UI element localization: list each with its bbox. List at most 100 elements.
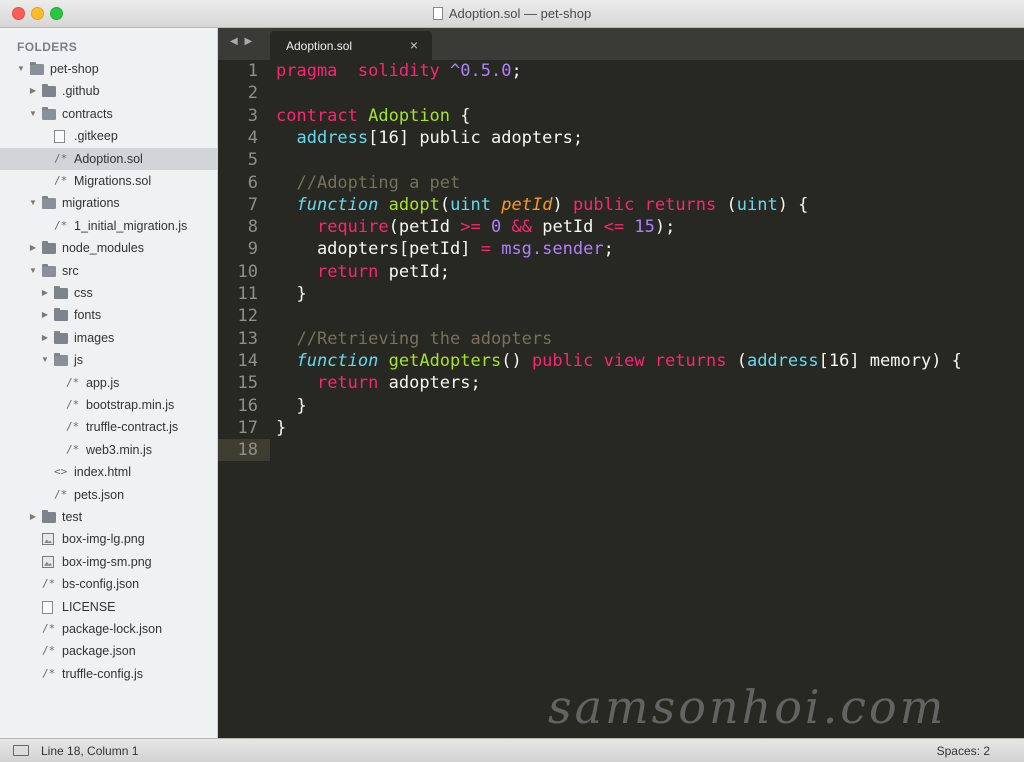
tree-item[interactable]: .gitkeep	[0, 125, 217, 147]
tree-item[interactable]: ▼ migrations	[0, 192, 217, 214]
disclosure-open-icon[interactable]: ▼	[28, 192, 38, 214]
tree-item[interactable]: ▶ node_modules	[0, 237, 217, 259]
image-file-icon	[42, 533, 54, 546]
disclosure-open-icon[interactable]: ▼	[16, 58, 26, 80]
tree-item-label: package.json	[62, 644, 136, 659]
tree-item[interactable]: ▶ css	[0, 282, 217, 304]
code-file-icon: /*	[54, 487, 68, 501]
disclosure-open-icon[interactable]: ▼	[28, 260, 38, 282]
code-file-icon: /*	[66, 398, 80, 411]
line-number: 11	[237, 284, 258, 304]
tree-item-label: migrations	[62, 196, 120, 211]
tree-item-label: bootstrap.min.js	[86, 398, 175, 412]
code-token: uint	[736, 194, 778, 215]
tree-item[interactable]: /* bs-config.json	[0, 573, 217, 595]
code-line[interactable]: require(petId >= 0 && petId <= 15);	[276, 216, 675, 238]
code-line[interactable]: function getAdopters() public view retur…	[276, 350, 961, 372]
code-token: }	[276, 284, 307, 304]
disclosure-closed-icon[interactable]: ▶	[28, 80, 38, 102]
code-editor[interactable]: 1 2 3 4 5 6 7 8 9 10 11 12 13 14 15 16 17 18 pragma solid…	[218, 60, 1024, 738]
code-line[interactable]: //Adopting a pet	[276, 172, 460, 194]
disclosure-closed-icon[interactable]: ▶	[28, 506, 38, 528]
tab-bar: ◀ ▶ Adoption.sol ×	[218, 28, 1024, 60]
code-line[interactable]: //Retrieving the adopters	[276, 328, 552, 350]
tree-item[interactable]: /* truffle-contract.js	[0, 416, 217, 438]
code-token: (	[439, 194, 451, 215]
tree-item-label: web3.min.js	[86, 442, 152, 457]
code-token: 0	[491, 217, 502, 238]
code-line[interactable]: pragma solidity ^0.5.0;	[276, 60, 522, 82]
disclosure-open-icon[interactable]: ▼	[28, 103, 38, 125]
code-file-icon: /*	[42, 644, 56, 658]
line-number: 2	[247, 83, 258, 104]
disclosure-closed-icon[interactable]: ▶	[40, 282, 50, 304]
disclosure-closed-icon[interactable]: ▶	[40, 304, 50, 326]
tree-item[interactable]: /* bootstrap.min.js	[0, 394, 217, 416]
tree-item-label: app.js	[86, 375, 120, 390]
code-line[interactable]: return adopters;	[276, 372, 481, 394]
tree-item[interactable]: /* package.json	[0, 640, 217, 662]
line-number: 17	[237, 417, 258, 438]
line-number: 6	[247, 172, 258, 193]
folder-icon	[42, 106, 56, 120]
disclosure-open-icon[interactable]: ▼	[40, 349, 50, 371]
code-file-icon: /*	[66, 442, 80, 456]
tree-item[interactable]: /* web3.min.js	[0, 439, 217, 461]
tree-item[interactable]: ▼ contracts	[0, 103, 217, 125]
tree-item[interactable]: box-img-sm.png	[0, 551, 217, 573]
title-bar: Adoption.sol — pet-shop	[0, 0, 1024, 28]
tree-item[interactable]: ▶ images	[0, 327, 217, 349]
code-line[interactable]: contract Adoption {	[276, 105, 471, 127]
tree-item[interactable]: /* pets.json	[0, 484, 217, 506]
indentation-setting[interactable]: Spaces: 2	[937, 744, 990, 758]
code-line[interactable]: function adopt(uint petId) public return…	[276, 194, 808, 216]
tree-item[interactable]: /* Adoption.sol	[0, 147, 217, 170]
tree-item-label: Migrations.sol	[74, 174, 152, 188]
tab-nav-arrows[interactable]: ◀ ▶	[230, 36, 254, 47]
tree-item[interactable]: LICENSE	[0, 596, 217, 618]
line-number: 1	[247, 61, 258, 81]
tree-item[interactable]: box-img-lg.png	[0, 528, 217, 550]
close-tab-icon[interactable]: ×	[410, 37, 418, 53]
tree-item[interactable]: ▶ .github	[0, 80, 217, 102]
panel-toggle-icon[interactable]	[13, 745, 29, 756]
tree-item[interactable]: ▼ js	[0, 349, 217, 371]
disclosure-closed-icon[interactable]: ▶	[28, 237, 38, 259]
code-line[interactable]: }	[276, 417, 286, 439]
code-token: getAdopters	[388, 350, 502, 371]
tree-item[interactable]: ▼ src	[0, 260, 217, 282]
code-line[interactable]: }	[276, 395, 306, 417]
code-token: returns	[654, 350, 727, 371]
tree-item[interactable]: /* app.js	[0, 372, 217, 394]
tab-adoption-sol[interactable]: Adoption.sol ×	[270, 31, 432, 60]
code-token: function	[296, 350, 379, 371]
code-line[interactable]: address[16] public adopters;	[276, 127, 583, 149]
watermark: samsonhoi.com	[548, 680, 947, 734]
folder-icon	[42, 510, 56, 523]
tree-item[interactable]: ▶ fonts	[0, 304, 217, 326]
code-token: //Adopting a pet	[296, 172, 461, 193]
tree-item[interactable]: /* Migrations.sol	[0, 170, 217, 192]
tree-item[interactable]: ▶ test	[0, 506, 217, 528]
tree-item[interactable]: <> index.html	[0, 461, 217, 483]
code-file-icon: /*	[54, 151, 68, 165]
code-line[interactable]: return petId;	[276, 261, 450, 283]
code-token: (petId	[388, 217, 461, 238]
disclosure-closed-icon[interactable]: ▶	[40, 327, 50, 349]
tree-item[interactable]: /* 1_initial_migration.js	[0, 215, 217, 237]
tree-item[interactable]: /* package-lock.json	[0, 618, 217, 640]
tree-item[interactable]: /* truffle-config.js	[0, 663, 217, 685]
code-line[interactable]: adopters[petId] = msg.sender;	[276, 238, 614, 260]
code-token: adopters[petId]	[276, 239, 481, 260]
code-token: &&	[511, 217, 532, 238]
tree-item[interactable]: ▼ pet-shop	[0, 58, 217, 80]
tree-item-label: pets.json	[74, 487, 125, 502]
code-token: ^0.5.0	[450, 61, 512, 81]
code-line[interactable]: }	[276, 283, 307, 305]
tree-item-label: contracts	[62, 106, 113, 121]
window-title-area: Adoption.sol — pet-shop	[0, 6, 1024, 21]
code-token: petId	[501, 194, 553, 215]
